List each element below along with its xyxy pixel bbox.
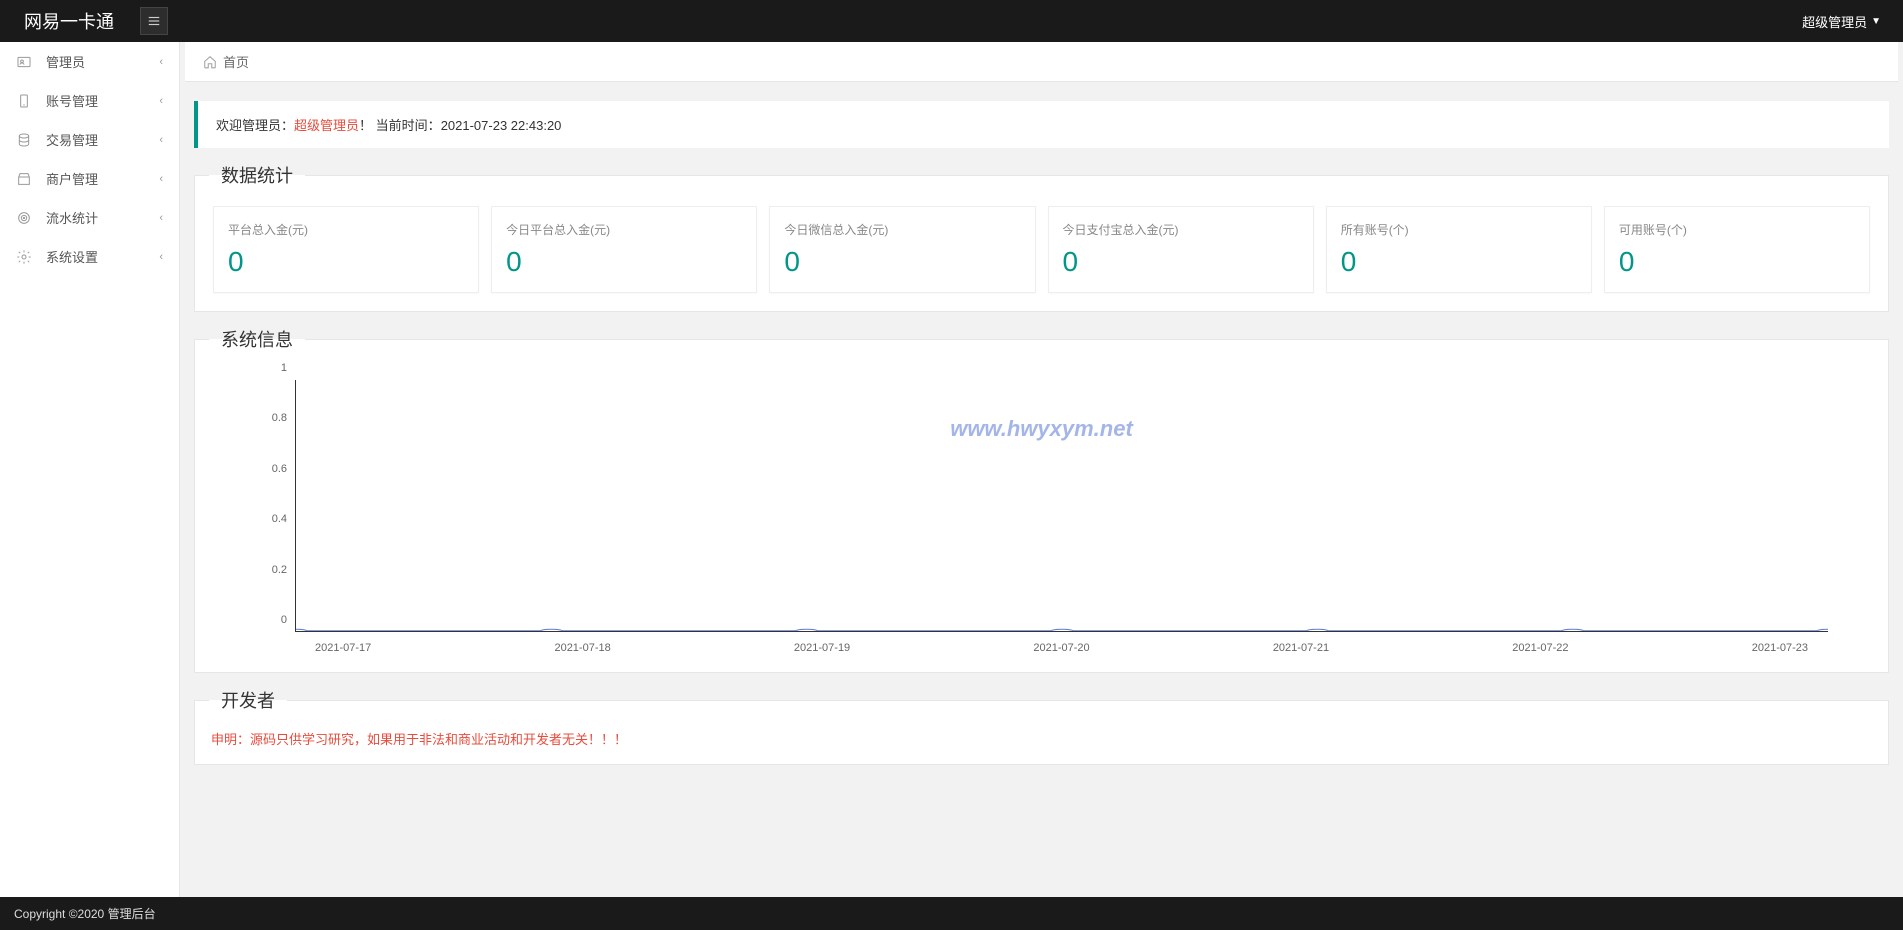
- welcome-exclaim: ！: [359, 118, 372, 133]
- y-tick-label: 0.4: [272, 513, 287, 525]
- chevron-left-icon: ‹: [159, 251, 163, 263]
- stat-value: 0: [1063, 246, 1299, 278]
- sidebar-item-admin[interactable]: 管理员 ‹: [0, 42, 179, 81]
- stat-card: 可用账号(个) 0: [1604, 206, 1870, 293]
- welcome-admin-name: 超级管理员: [294, 118, 359, 133]
- gear-icon: [16, 249, 32, 265]
- sidebar-item-label: 系统设置: [46, 247, 159, 266]
- x-tick-label: 2021-07-21: [1273, 642, 1329, 654]
- stat-label: 所有账号(个): [1341, 221, 1577, 238]
- chevron-left-icon: ‹: [159, 56, 163, 68]
- welcome-time-value: 2021-07-23 22:43:20: [441, 118, 562, 133]
- hamburger-icon: [147, 14, 161, 28]
- stat-value: 0: [506, 246, 742, 278]
- line-chart-svg: [296, 380, 1828, 631]
- stat-card: 所有账号(个) 0: [1326, 206, 1592, 293]
- y-tick-label: 0: [281, 614, 287, 626]
- dev-title: 开发者: [209, 687, 287, 713]
- chevron-left-icon: ‹: [159, 212, 163, 224]
- database-icon: [16, 132, 32, 148]
- stat-label: 平台总入金(元): [228, 221, 464, 238]
- breadcrumb-home[interactable]: 首页: [223, 52, 249, 71]
- y-tick-label: 0.6: [272, 463, 287, 475]
- x-tick-label: 2021-07-18: [554, 642, 610, 654]
- sidebar-item-trade[interactable]: 交易管理 ‹: [0, 120, 179, 159]
- sidebar-item-label: 商户管理: [46, 169, 159, 188]
- user-name: 超级管理员: [1802, 12, 1867, 31]
- stat-value: 0: [1619, 246, 1855, 278]
- stat-value: 0: [1341, 246, 1577, 278]
- welcome-time-label: 当前时间：: [376, 118, 441, 133]
- welcome-banner: 欢迎管理员：超级管理员！ 当前时间：2021-07-23 22:43:20: [194, 101, 1889, 148]
- stat-value: 0: [784, 246, 1020, 278]
- device-icon: [16, 93, 32, 109]
- app-logo: 网易一卡通: [10, 8, 128, 34]
- welcome-prefix: 欢迎管理员：: [216, 118, 294, 133]
- stat-label: 可用账号(个): [1619, 221, 1855, 238]
- top-header: 网易一卡通 超级管理员 ▼: [0, 0, 1903, 42]
- home-icon: [203, 55, 217, 69]
- stats-section: 数据统计 平台总入金(元)0今日平台总入金(元)0今日微信总入金(元)0今日支付…: [194, 162, 1889, 312]
- sidebar-item-stats[interactable]: 流水统计 ‹: [0, 198, 179, 237]
- menu-toggle-button[interactable]: [140, 7, 168, 35]
- caret-down-icon: ▼: [1871, 16, 1881, 27]
- y-tick-label: 1: [281, 362, 287, 374]
- chart-area: www.hwyxym.net 00.20.40.60.81 2021-07-17…: [195, 352, 1888, 672]
- user-menu[interactable]: 超级管理员 ▼: [1802, 12, 1893, 31]
- sidebar: 管理员 ‹ 账号管理 ‹ 交易管理 ‹ 商户管理 ‹ 流水统计 ‹ 系统设置 ‹: [0, 42, 180, 930]
- store-icon: [16, 171, 32, 187]
- chart-plot[interactable]: [295, 380, 1828, 632]
- x-tick-label: 2021-07-17: [315, 642, 371, 654]
- chevron-left-icon: ‹: [159, 173, 163, 185]
- stat-label: 今日支付宝总入金(元): [1063, 221, 1299, 238]
- stat-card: 今日支付宝总入金(元) 0: [1048, 206, 1314, 293]
- developer-section: 开发者 申明：源码只供学习研究，如果用于非法和商业活动和开发者无关！！！: [194, 687, 1889, 765]
- footer-text: Copyright ©2020 管理后台: [14, 907, 156, 921]
- y-tick-label: 0.2: [272, 564, 287, 576]
- x-tick-label: 2021-07-22: [1512, 642, 1568, 654]
- sysinfo-title: 系统信息: [209, 326, 305, 352]
- breadcrumb: 首页: [185, 42, 1898, 82]
- chevron-left-icon: ‹: [159, 134, 163, 146]
- sysinfo-section: 系统信息 www.hwyxym.net 00.20.40.60.81 2021-…: [194, 326, 1889, 673]
- x-tick-label: 2021-07-20: [1033, 642, 1089, 654]
- x-tick-label: 2021-07-19: [794, 642, 850, 654]
- sidebar-item-settings[interactable]: 系统设置 ‹: [0, 237, 179, 276]
- stat-card: 平台总入金(元) 0: [213, 206, 479, 293]
- chevron-left-icon: ‹: [159, 95, 163, 107]
- sidebar-item-merchant[interactable]: 商户管理 ‹: [0, 159, 179, 198]
- stat-card: 今日平台总入金(元) 0: [491, 206, 757, 293]
- footer: Copyright ©2020 管理后台: [0, 897, 1903, 930]
- y-tick-label: 0.8: [272, 412, 287, 424]
- stat-card: 今日微信总入金(元) 0: [769, 206, 1035, 293]
- stat-label: 今日平台总入金(元): [506, 221, 742, 238]
- stat-label: 今日微信总入金(元): [784, 221, 1020, 238]
- stat-value: 0: [228, 246, 464, 278]
- id-card-icon: [16, 54, 32, 70]
- sidebar-item-label: 流水统计: [46, 208, 159, 227]
- sidebar-item-label: 交易管理: [46, 130, 159, 149]
- target-icon: [16, 210, 32, 226]
- sidebar-item-label: 管理员: [46, 52, 159, 71]
- sidebar-item-account[interactable]: 账号管理 ‹: [0, 81, 179, 120]
- x-tick-label: 2021-07-23: [1752, 642, 1808, 654]
- sidebar-item-label: 账号管理: [46, 91, 159, 110]
- stats-title: 数据统计: [209, 162, 305, 188]
- dev-disclaimer: 申明：源码只供学习研究，如果用于非法和商业活动和开发者无关！！！: [195, 713, 1888, 764]
- main-content: 首页 欢迎管理员：超级管理员！ 当前时间：2021-07-23 22:43:20…: [180, 42, 1903, 819]
